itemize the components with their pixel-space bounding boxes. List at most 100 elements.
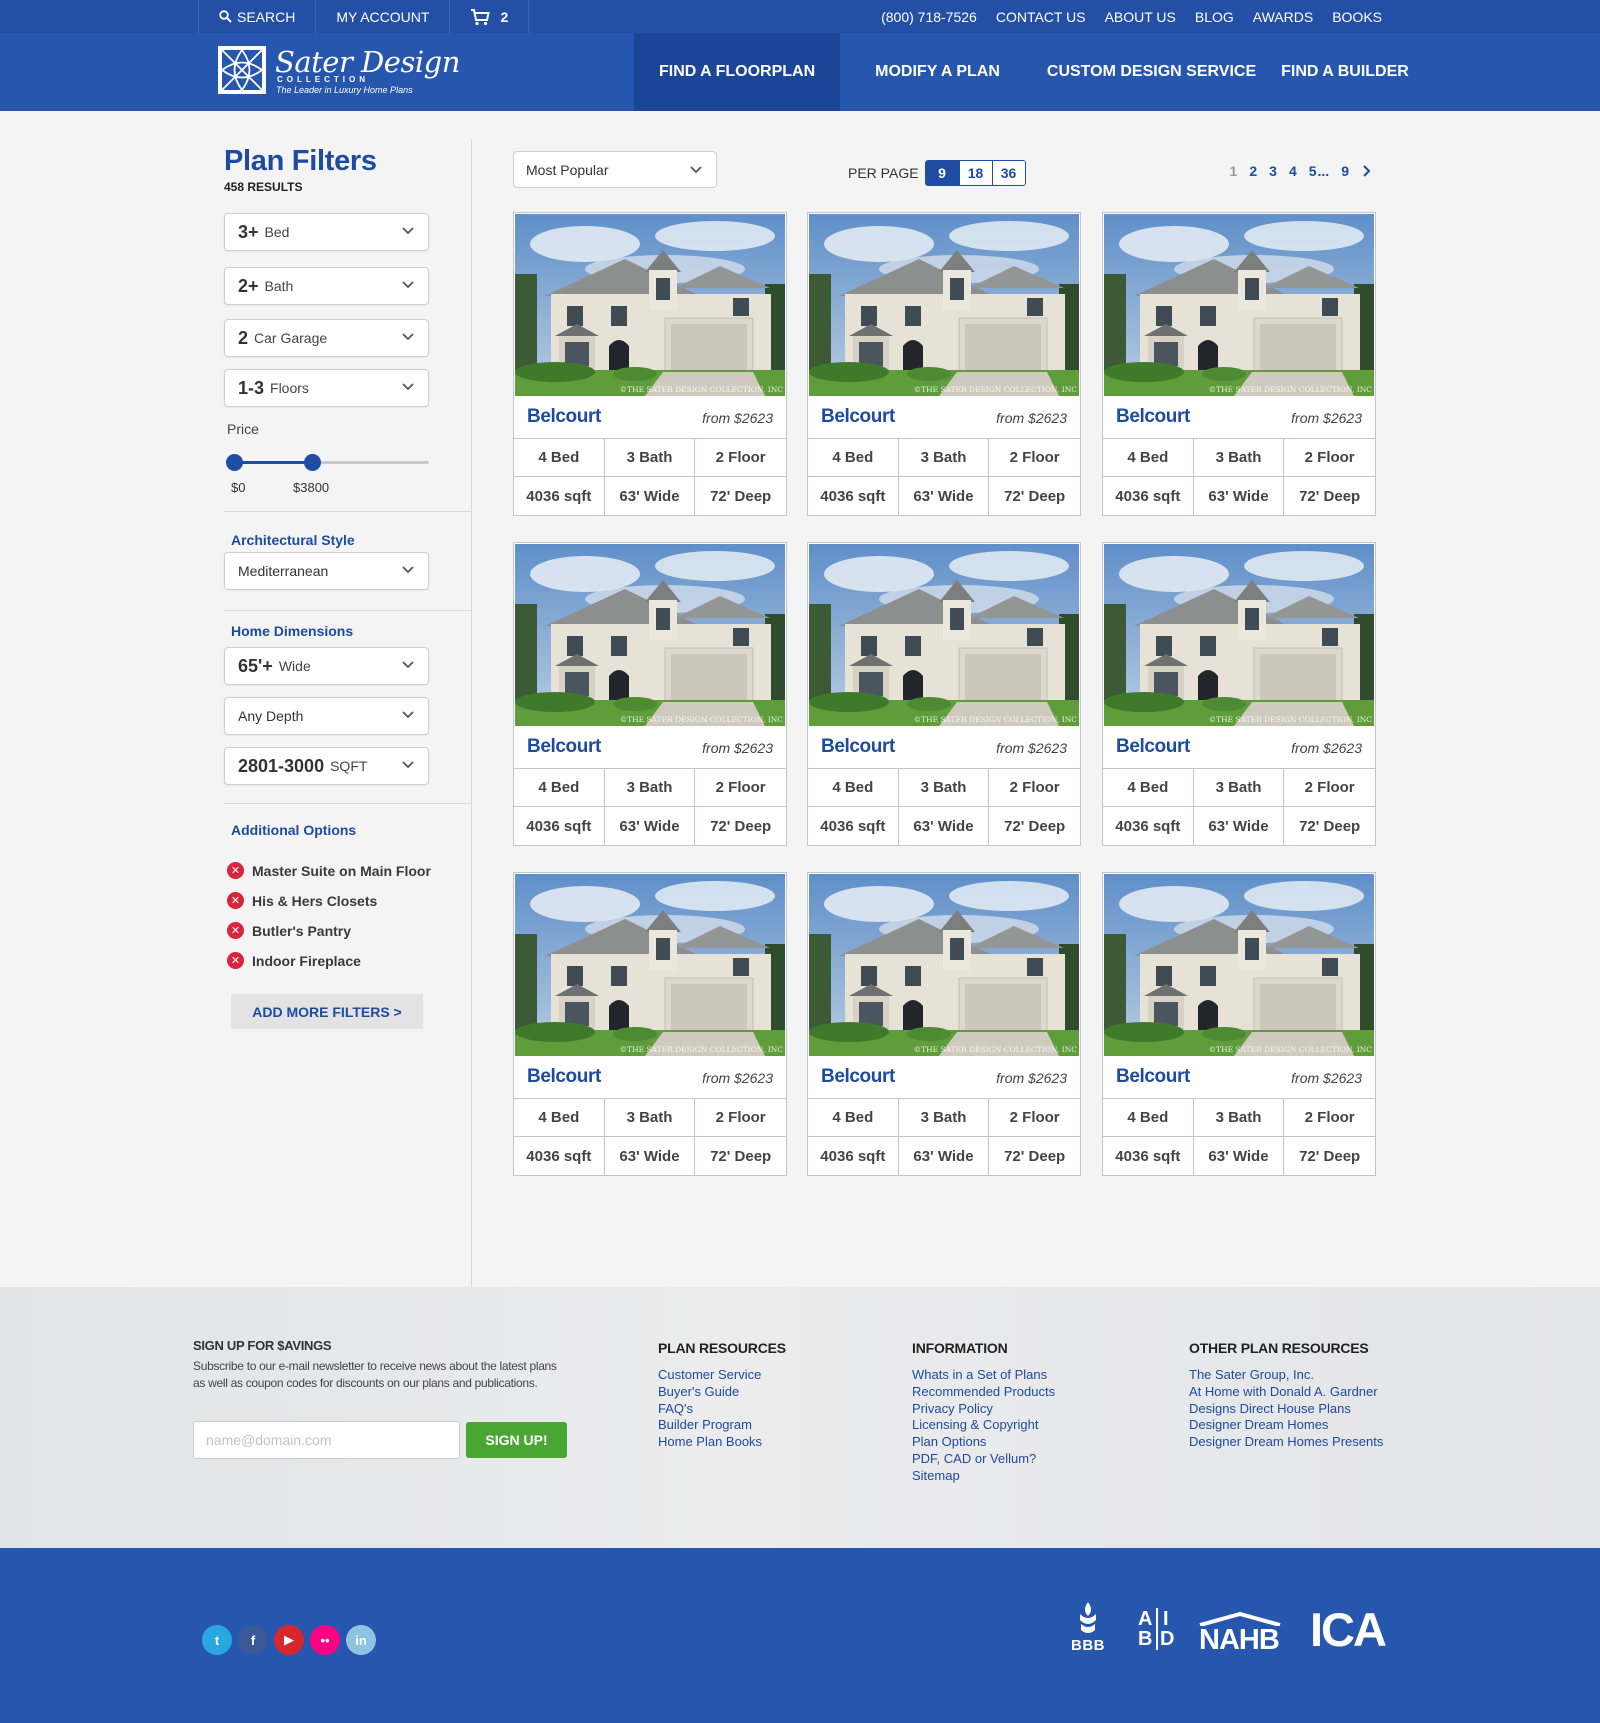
- footer-link-set-of-plans[interactable]: Whats in a Set of Plans: [912, 1367, 1055, 1384]
- my-account-link[interactable]: MY ACCOUNT: [315, 0, 449, 33]
- plan-photo[interactable]: ©THE SATER DESIGN COLLECTION, INC: [1104, 544, 1374, 726]
- plan-name[interactable]: Belcourt: [527, 406, 601, 428]
- plan-name[interactable]: Belcourt: [821, 1066, 895, 1088]
- plan-photo[interactable]: ©THE SATER DESIGN COLLECTION, INC: [515, 544, 785, 726]
- footer-link-plan-options[interactable]: Plan Options: [912, 1434, 1055, 1451]
- per-page-18[interactable]: 18: [958, 161, 992, 185]
- plan-card[interactable]: ©THE SATER DESIGN COLLECTION, INC Belcou…: [807, 212, 1081, 516]
- footer-link-donald-gardner[interactable]: At Home with Donald A. Gardner: [1189, 1384, 1383, 1401]
- plan-card[interactable]: ©THE SATER DESIGN COLLECTION, INC Belcou…: [1102, 212, 1376, 516]
- plan-card[interactable]: ©THE SATER DESIGN COLLECTION, INC Belcou…: [807, 542, 1081, 846]
- chevron-right-icon[interactable]: [1361, 164, 1371, 178]
- per-page-9[interactable]: 9: [925, 161, 959, 185]
- plan-name[interactable]: Belcourt: [1116, 1066, 1190, 1088]
- plan-name[interactable]: Belcourt: [1116, 736, 1190, 758]
- floors-filter[interactable]: 1-3 Floors: [224, 369, 429, 407]
- footer-link-home-plan-books[interactable]: Home Plan Books: [658, 1434, 786, 1451]
- about-us-link[interactable]: ABOUT US: [1105, 9, 1176, 25]
- footer-link-designer-dream-homes[interactable]: Designer Dream Homes: [1189, 1417, 1383, 1434]
- footer-link-faqs[interactable]: FAQ's: [658, 1401, 786, 1418]
- plan-photo[interactable]: ©THE SATER DESIGN COLLECTION, INC: [515, 214, 785, 396]
- arch-style-select[interactable]: Mediterranean: [224, 552, 429, 590]
- page-3[interactable]: 3: [1269, 163, 1277, 179]
- plan-card[interactable]: ©THE SATER DESIGN COLLECTION, INC Belcou…: [513, 542, 787, 846]
- footer-link-sater-group[interactable]: The Sater Group, Inc.: [1189, 1367, 1383, 1384]
- plan-photo[interactable]: ©THE SATER DESIGN COLLECTION, INC: [809, 214, 1079, 396]
- plan-photo[interactable]: ©THE SATER DESIGN COLLECTION, INC: [1104, 214, 1374, 396]
- plan-card[interactable]: ©THE SATER DESIGN COLLECTION, INC Belcou…: [1102, 542, 1376, 846]
- footer-link-customer-service[interactable]: Customer Service: [658, 1367, 786, 1384]
- plan-name[interactable]: Belcourt: [821, 406, 895, 428]
- ica-badge[interactable]: ICA: [1310, 1602, 1387, 1657]
- sqft-filter[interactable]: 2801-3000 SQFT: [224, 747, 429, 785]
- page-4[interactable]: 4: [1289, 163, 1297, 179]
- plan-name[interactable]: Belcourt: [527, 1066, 601, 1088]
- nav-find-floorplan[interactable]: FIND A FLOORPLAN: [634, 33, 841, 111]
- newsletter-email-input[interactable]: [193, 1421, 460, 1459]
- footer-link-designs-direct[interactable]: Designs Direct House Plans: [1189, 1401, 1383, 1418]
- plan-photo[interactable]: ©THE SATER DESIGN COLLECTION, INC: [1104, 874, 1374, 1056]
- depth-filter[interactable]: Any Depth: [224, 697, 429, 735]
- footer-link-recommended-products[interactable]: Recommended Products: [912, 1384, 1055, 1401]
- nav-custom-design[interactable]: CUSTOM DESIGN SERVICE: [1047, 33, 1281, 111]
- width-filter[interactable]: 65'+ Wide: [224, 647, 429, 685]
- footer-link-ddh-presents[interactable]: Designer Dream Homes Presents: [1189, 1434, 1383, 1451]
- price-max-handle[interactable]: [304, 454, 321, 471]
- sort-select[interactable]: Most Popular: [513, 151, 717, 188]
- page-last[interactable]: 9: [1341, 163, 1349, 179]
- price-min-handle[interactable]: [226, 454, 243, 471]
- plan-photo[interactable]: ©THE SATER DESIGN COLLECTION, INC: [515, 874, 785, 1056]
- remove-icon[interactable]: ✕: [227, 952, 244, 969]
- page-1[interactable]: 1: [1230, 163, 1238, 179]
- footer-link-builder-program[interactable]: Builder Program: [658, 1417, 786, 1434]
- awards-link[interactable]: AWARDS: [1253, 9, 1313, 25]
- garage-filter[interactable]: 2 Car Garage: [224, 319, 429, 357]
- option-indoor-fireplace[interactable]: ✕ Indoor Fireplace: [227, 952, 361, 969]
- bbb-badge[interactable]: BBB: [1068, 1600, 1108, 1656]
- nav-find-builder[interactable]: FIND A BUILDER: [1281, 33, 1409, 111]
- option-butlers-pantry[interactable]: ✕ Butler's Pantry: [227, 922, 351, 939]
- youtube-icon[interactable]: ▶: [274, 1625, 304, 1655]
- nav-modify-plan[interactable]: MODIFY A PLAN: [840, 33, 1047, 111]
- plan-photo[interactable]: ©THE SATER DESIGN COLLECTION, INC: [809, 874, 1079, 1056]
- footer-link-buyers-guide[interactable]: Buyer's Guide: [658, 1384, 786, 1401]
- footer-link-sitemap[interactable]: Sitemap: [912, 1468, 1055, 1485]
- twitter-icon[interactable]: t: [202, 1625, 232, 1655]
- plan-card[interactable]: ©THE SATER DESIGN COLLECTION, INC Belcou…: [513, 872, 787, 1176]
- linkedin-icon[interactable]: in: [346, 1625, 376, 1655]
- footer-link-privacy-policy[interactable]: Privacy Policy: [912, 1401, 1055, 1418]
- flickr-icon[interactable]: ••: [310, 1625, 340, 1655]
- page-2[interactable]: 2: [1249, 163, 1257, 179]
- blog-link[interactable]: BLOG: [1195, 9, 1234, 25]
- per-page-36[interactable]: 36: [991, 161, 1025, 185]
- contact-us-link[interactable]: CONTACT US: [996, 9, 1086, 25]
- remove-icon[interactable]: ✕: [227, 862, 244, 879]
- remove-icon[interactable]: ✕: [227, 922, 244, 939]
- footer-link-pdf-cad-vellum[interactable]: PDF, CAD or Vellum?: [912, 1451, 1055, 1468]
- plan-card[interactable]: ©THE SATER DESIGN COLLECTION, INC Belcou…: [807, 872, 1081, 1176]
- facebook-icon[interactable]: f: [238, 1625, 268, 1655]
- plan-name[interactable]: Belcourt: [527, 736, 601, 758]
- option-master-suite[interactable]: ✕ Master Suite on Main Floor: [227, 862, 431, 879]
- price-slider[interactable]: [226, 454, 429, 471]
- plan-photo[interactable]: ©THE SATER DESIGN COLLECTION, INC: [809, 544, 1079, 726]
- signup-button[interactable]: SIGN UP!: [466, 1422, 567, 1458]
- page-5[interactable]: 5: [1309, 163, 1317, 179]
- phone-link[interactable]: (800) 718-7526: [881, 9, 977, 25]
- nahb-badge[interactable]: NAHB: [1198, 1612, 1282, 1656]
- footer-link-licensing[interactable]: Licensing & Copyright: [912, 1417, 1055, 1434]
- search-link[interactable]: SEARCH: [198, 0, 315, 33]
- bath-filter[interactable]: 2+ Bath: [224, 267, 429, 305]
- books-link[interactable]: BOOKS: [1332, 9, 1382, 25]
- plan-card[interactable]: ©THE SATER DESIGN COLLECTION, INC Belcou…: [1102, 872, 1376, 1176]
- plan-card[interactable]: ©THE SATER DESIGN COLLECTION, INC Belcou…: [513, 212, 787, 516]
- option-his-hers-closets[interactable]: ✕ His & Hers Closets: [227, 892, 377, 909]
- cart-link[interactable]: 2: [449, 0, 530, 33]
- bed-filter[interactable]: 3+ Bed: [224, 213, 429, 251]
- plan-name[interactable]: Belcourt: [1116, 406, 1190, 428]
- site-logo[interactable]: Sater Design COLLECTION The Leader in Lu…: [217, 45, 460, 99]
- add-more-filters-button[interactable]: ADD MORE FILTERS >: [231, 994, 423, 1029]
- plan-name[interactable]: Belcourt: [821, 736, 895, 758]
- remove-icon[interactable]: ✕: [227, 892, 244, 909]
- aibd-badge[interactable]: A I B D: [1136, 1608, 1176, 1652]
